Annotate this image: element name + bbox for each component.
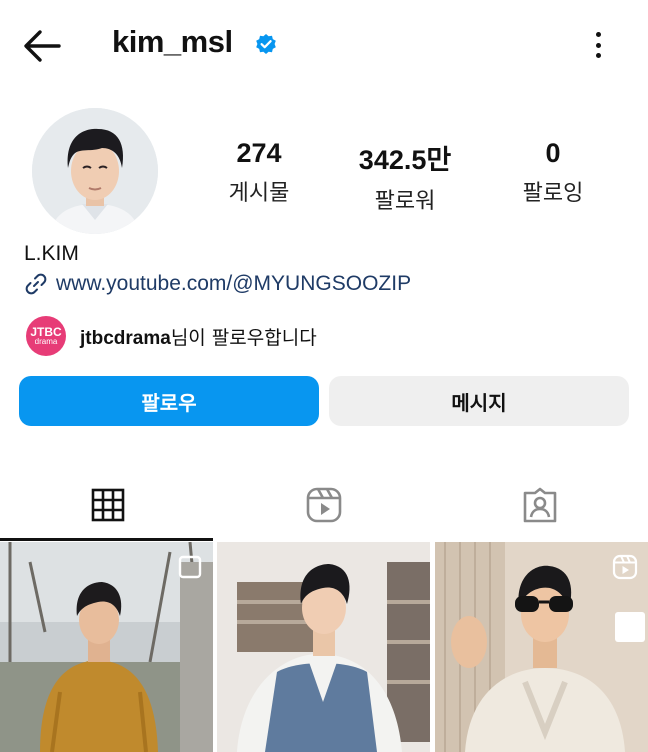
tab-posts[interactable] [0,470,216,541]
more-dots-icon [595,32,601,37]
grid-post-2[interactable] [217,542,430,752]
reels-icon [306,487,342,523]
followed-by-row[interactable]: JTBC drama jtbcdrama님이 팔로우합니다 [26,316,317,356]
posts-label: 게시물 [228,181,290,206]
top-bar: kim_msl [0,0,648,90]
following-count: 0 [545,138,561,168]
followers-count: 342.5만 [358,145,452,175]
followed-by-text: jtbcdrama님이 팔로우합니다 [80,323,317,350]
reel-badge-icon [612,554,638,580]
back-button[interactable] [22,26,66,66]
followed-by-suffix: 님이 팔로우합니다 [170,326,317,349]
following-label: 팔로잉 [522,181,584,206]
jtbcdrama-avatar[interactable]: JTBC drama [26,316,66,356]
post-2-photo [217,542,430,752]
profile-full-name: L.KIM [24,242,79,265]
link-icon [25,273,47,295]
tab-tagged[interactable] [432,470,648,540]
grid-icon [91,488,125,522]
multi-photo-icon [178,555,202,579]
more-options-button[interactable] [584,28,612,62]
profile-username: kim_msl [112,24,233,59]
followers-label: 팔로워 [374,189,436,214]
drama-logo-text: drama [34,337,58,346]
followers-stat[interactable]: 342.5만 팔로워 [335,138,475,215]
profile-link[interactable]: www.youtube.com/@MYUNGSOOZIP [24,272,411,296]
posts-stat[interactable]: 274 게시물 [189,138,329,207]
grid-post-3[interactable] [435,542,648,752]
followed-by-account[interactable]: jtbcdrama [80,328,171,349]
following-stat[interactable]: 0 팔로잉 [483,138,623,207]
grid-post-1[interactable] [0,542,213,752]
profile-link-text[interactable]: www.youtube.com/@MYUNGSOOZIP [56,272,411,296]
tab-selected-indicator [0,538,213,541]
follow-button[interactable]: 팔로우 [19,376,319,426]
tagged-icon [523,487,557,523]
back-arrow-icon [24,30,61,62]
posts-grid [0,542,648,752]
verified-badge-icon [256,34,276,54]
avatar-photo [32,108,158,234]
message-button[interactable]: 메시지 [329,376,629,426]
profile-tabs [0,470,648,541]
posts-count: 274 [236,138,282,168]
tab-reels[interactable] [216,470,432,540]
profile-avatar[interactable] [32,108,158,234]
